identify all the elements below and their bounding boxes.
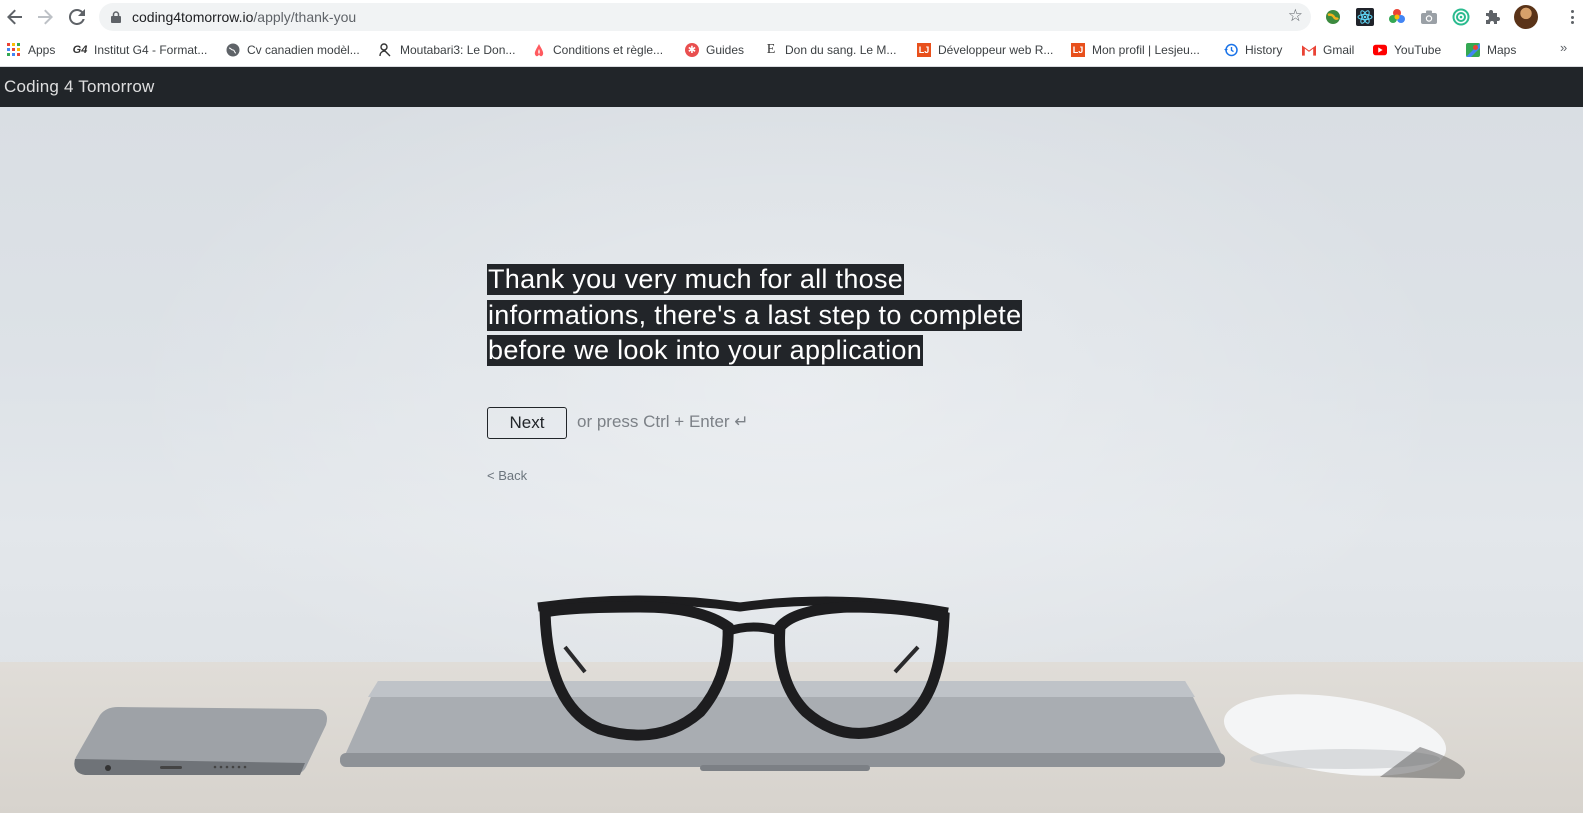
apps-grid-icon [7, 43, 21, 57]
maps-icon [1466, 43, 1480, 57]
bookmark-guides[interactable]: ✱ Guides [685, 40, 744, 60]
next-button[interactable]: Next [487, 407, 567, 439]
gmail-icon [1302, 43, 1316, 57]
hero-background: Thank you very much for all those inform… [0, 107, 1583, 813]
youtube-icon [1373, 43, 1387, 57]
bookmark-gmail[interactable]: Gmail [1302, 40, 1354, 60]
history-icon [1224, 43, 1238, 57]
person-icon [379, 43, 393, 57]
url-text[interactable]: coding4tomorrow.io/apply/thank-you [132, 9, 356, 25]
address-bar[interactable]: coding4tomorrow.io/apply/thank-you ☆ [99, 3, 1311, 31]
extension-globe-icon[interactable] [1323, 7, 1343, 27]
bookmark-label: Mon profil | Lesjeu... [1092, 43, 1200, 57]
lock-icon [111, 11, 121, 23]
camera-icon[interactable] [1419, 7, 1439, 27]
question-line: Thank you very much for all those [487, 264, 905, 295]
bookmark-label: Guides [706, 43, 745, 57]
bookmarks-bar: Apps G4 Institut G4 - Format... Cv canad… [0, 34, 1583, 67]
more-bookmarks-icon[interactable]: » [1560, 40, 1567, 55]
bookmark-mon-profil[interactable]: LJ Mon profil | Lesjeu... [1071, 40, 1200, 60]
bookmark-label: Apps [28, 43, 56, 57]
laptop-image [340, 681, 1225, 771]
lesjeudis-icon: LJ [917, 43, 931, 57]
profile-avatar[interactable] [1514, 5, 1538, 29]
back-arrow-icon[interactable] [1, 3, 29, 31]
reload-icon[interactable] [63, 3, 91, 31]
desk-photo-illustration [74, 595, 1465, 779]
bookmark-label: Développeur web R... [938, 43, 1054, 57]
bookmark-label: Gmail [1323, 43, 1355, 57]
bookmark-label: History [1245, 43, 1283, 57]
bookmark-star-icon[interactable]: ☆ [1288, 6, 1303, 26]
back-link[interactable]: < Back [487, 468, 527, 483]
bookmark-moutabari3[interactable]: Moutabari3: Le Don... [379, 40, 515, 60]
browser-menu-icon[interactable] [1566, 7, 1578, 27]
keyboard-hint: or press Ctrl + Enter ↵ [577, 412, 749, 431]
extensions-puzzle-icon[interactable] [1483, 7, 1503, 27]
bookmark-institut-g4[interactable]: G4 Institut G4 - Format... [72, 40, 208, 60]
guides-icon: ✱ [685, 43, 699, 57]
bookmark-label: YouTube [1394, 43, 1442, 57]
bookmark-apps[interactable]: Apps [7, 40, 55, 60]
url-host: coding4tomorrow.io [132, 9, 254, 25]
question-line: informations, there's a last step to com… [487, 299, 1023, 331]
bookmark-label: Institut G4 - Format... [94, 43, 208, 57]
bookmark-label: Maps [1487, 43, 1517, 57]
blood-donation-icon: E [766, 42, 776, 57]
airbnb-icon [532, 43, 546, 57]
mouse-image [1223, 694, 1465, 779]
question-text: Thank you very much for all those inform… [487, 262, 1087, 369]
bookmark-developpeur-web[interactable]: LJ Développeur web R... [917, 40, 1053, 60]
browser-toolbar: coding4tomorrow.io/apply/thank-you ☆ [0, 0, 1583, 34]
g4-logo-icon: G4 [72, 44, 88, 56]
forward-arrow-icon[interactable] [31, 3, 59, 31]
target-extension-icon[interactable] [1451, 7, 1471, 27]
bookmark-label: Conditions et règle... [553, 43, 664, 57]
bookmark-conditions[interactable]: Conditions et règle... [532, 40, 663, 60]
bookmark-don-du-sang[interactable]: E Don du sang. Le M... [764, 40, 897, 60]
globe-icon [226, 43, 240, 57]
color-picker-icon[interactable] [1387, 7, 1407, 27]
react-devtools-icon[interactable] [1355, 7, 1375, 27]
site-navbar: Coding 4 Tomorrow [0, 67, 1583, 107]
bookmark-cv-canadien[interactable]: Cv canadien modèl... [226, 40, 360, 60]
bookmark-label: Moutabari3: Le Don... [400, 43, 516, 57]
bookmark-youtube[interactable]: YouTube [1373, 40, 1441, 60]
bookmark-maps[interactable]: Maps [1466, 40, 1516, 60]
question-line: before we look into your application [487, 335, 924, 366]
lesjeudis-icon: LJ [1071, 43, 1085, 57]
site-brand[interactable]: Coding 4 Tomorrow [4, 77, 155, 97]
url-path: /apply/thank-you [253, 9, 357, 25]
bookmark-label: Don du sang. Le M... [785, 43, 897, 57]
bookmark-label: Cv canadien modèl... [247, 43, 360, 57]
phone-image [74, 707, 328, 775]
bookmark-history[interactable]: History [1224, 40, 1282, 60]
